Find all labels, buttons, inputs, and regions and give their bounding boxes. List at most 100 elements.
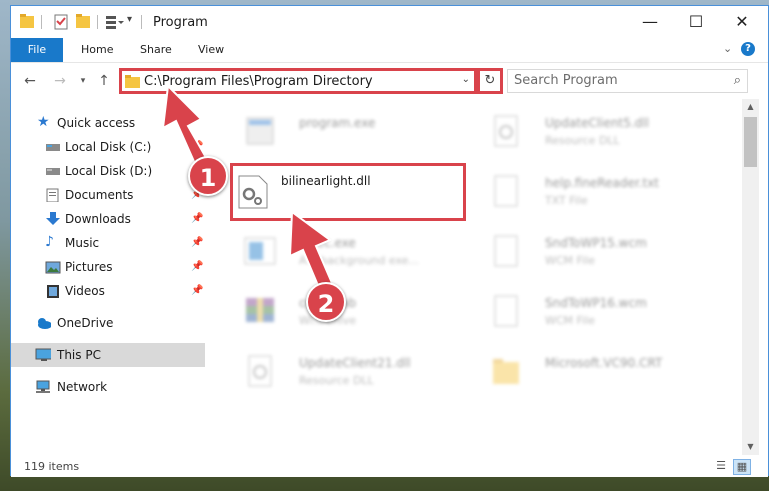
file-name: SndToWP16.wcm [545, 296, 647, 310]
nav-this-pc[interactable]: This PC [11, 343, 205, 367]
nav-music[interactable]: ♪ Music 📌 [11, 231, 205, 255]
videos-icon [47, 285, 59, 298]
scroll-up-icon[interactable]: ▲ [742, 99, 759, 115]
ribbon-tabs: File Home Share View ⌄ ? [11, 38, 768, 63]
nav-local-disk-d[interactable]: Local Disk (D:) 📌 [11, 159, 205, 183]
title-bar: ▾ Program — ☐ ✕ [11, 6, 768, 38]
nav-documents[interactable]: Documents 📌 [11, 183, 205, 207]
file-item[interactable]: program.exe [219, 104, 439, 156]
file-name: Microsoft.VC90.CRT [545, 356, 663, 370]
file-item[interactable]: SndToWP16.wcm WCM File [465, 284, 685, 336]
divider [41, 15, 42, 29]
file-item[interactable]: Microsoft.VC90.CRT [465, 344, 685, 396]
file-icon [494, 235, 518, 267]
step-marker-1: 1 [188, 156, 228, 196]
nav-downloads[interactable]: Downloads 📌 [11, 207, 205, 231]
star-icon: ★ [37, 114, 50, 130]
help-icon[interactable]: ? [741, 42, 755, 56]
up-button[interactable]: ↑ [95, 72, 113, 90]
nav-label: Videos [65, 284, 105, 298]
txt-icon [494, 175, 518, 207]
recent-locations-icon[interactable]: ▾ [74, 72, 92, 90]
close-button[interactable]: ✕ [719, 6, 765, 38]
nav-label: Network [57, 380, 108, 394]
window-title: Program [153, 15, 208, 30]
tab-view[interactable]: View [198, 38, 224, 62]
minimize-button[interactable]: — [627, 6, 673, 38]
file-item[interactable]: SndToWP15.wcm WCM File [465, 224, 685, 276]
scroll-thumb[interactable] [744, 117, 757, 167]
documents-icon [46, 188, 59, 202]
new-folder-icon[interactable] [75, 13, 91, 31]
step-marker-2: 2 [306, 282, 346, 322]
file-type: WCM File [545, 314, 595, 327]
file-type: A... background exe... [299, 254, 419, 267]
file-type: TXT File [545, 194, 588, 207]
explorer-window: ▾ Program — ☐ ✕ File Home Share View ⌄ ?… [10, 5, 769, 477]
properties-icon[interactable] [53, 13, 69, 31]
scroll-down-icon[interactable]: ▼ [742, 439, 759, 455]
tab-share[interactable]: Share [140, 38, 172, 62]
file-name: program.exe [299, 116, 376, 130]
cab-icon [246, 298, 274, 322]
nav-label: Pictures [65, 260, 113, 274]
details-view-icon[interactable]: ☰ [713, 459, 729, 473]
pin-icon[interactable]: 📌 [191, 141, 203, 152]
refresh-icon: ↻ [484, 73, 496, 88]
computer-icon [35, 348, 51, 361]
customize-toolbar-icon[interactable] [105, 13, 125, 31]
address-bar[interactable]: C:\Program Files\Program Directory ⌄ [119, 68, 477, 94]
vertical-scrollbar[interactable]: ▲ ▼ [742, 99, 759, 455]
file-item[interactable]: UpdateClient21.dll Resource DLL [219, 344, 439, 396]
forward-button[interactable]: → [51, 72, 69, 90]
nav-quick-access[interactable]: ★ Quick access [11, 111, 205, 135]
pin-icon[interactable]: 📌 [191, 261, 203, 272]
exe-icon [244, 237, 276, 265]
music-icon: ♪ [45, 234, 54, 250]
nav-label: Music [65, 236, 100, 250]
file-item[interactable]: UpdateClient5.dll Resource DLL [465, 104, 685, 156]
file-icon [494, 295, 518, 327]
large-icons-view-icon[interactable]: ▦ [733, 459, 751, 475]
search-icon: ⌕ [733, 73, 741, 88]
folder-icon [20, 14, 34, 28]
exe-icon [246, 117, 274, 145]
pin-icon[interactable]: 📌 [191, 285, 203, 296]
pin-icon[interactable]: 📌 [191, 237, 203, 248]
back-button[interactable]: ← [21, 72, 39, 90]
file-name: help.fineReader.txt [545, 176, 659, 190]
file-item[interactable]: help.fineReader.txt TXT File [465, 164, 685, 216]
file-name: UpdateClient5.dll [545, 116, 649, 130]
file-name: SndToWP15.wcm [545, 236, 647, 250]
divider [97, 15, 98, 29]
nav-label: Local Disk (D:) [65, 164, 153, 178]
nav-local-disk-c[interactable]: Local Disk (C:) 📌 [11, 135, 205, 159]
file-type: Resource DLL [545, 134, 620, 147]
drive-icon [46, 168, 60, 175]
ribbon-expand-icon[interactable]: ⌄ [723, 42, 732, 55]
nav-videos[interactable]: Videos 📌 [11, 279, 205, 303]
dll-icon [248, 355, 272, 387]
pin-icon[interactable]: 📌 [191, 213, 203, 224]
address-row: ← → ▾ ↑ C:\Program Files\Program Directo… [11, 63, 768, 99]
search-input[interactable]: Search Program ⌕ [507, 69, 748, 93]
maximize-button[interactable]: ☐ [673, 6, 719, 38]
nav-network[interactable]: Network [11, 375, 205, 399]
nav-label: OneDrive [57, 316, 114, 330]
address-path: C:\Program Files\Program Directory [144, 74, 373, 89]
refresh-button[interactable]: ↻ [477, 68, 503, 94]
tab-home[interactable]: Home [81, 38, 113, 62]
quick-access-dropdown-icon[interactable]: ▾ [127, 14, 132, 32]
downloads-icon [46, 212, 60, 225]
divider [141, 15, 142, 29]
nav-onedrive[interactable]: OneDrive [11, 311, 205, 335]
nav-label: Documents [65, 188, 134, 202]
highlighted-file-item[interactable]: bilinearlight.dll [230, 163, 466, 221]
address-dropdown-icon[interactable]: ⌄ [462, 74, 470, 85]
dll-gear-icon [238, 175, 268, 209]
tab-file[interactable]: File [11, 38, 63, 62]
file-name: UpdateClient21.dll [299, 356, 411, 370]
folder-icon [493, 359, 519, 384]
nav-pictures[interactable]: Pictures 📌 [11, 255, 205, 279]
file-item[interactable]: ...sec.exe A... background exe... [219, 224, 439, 276]
